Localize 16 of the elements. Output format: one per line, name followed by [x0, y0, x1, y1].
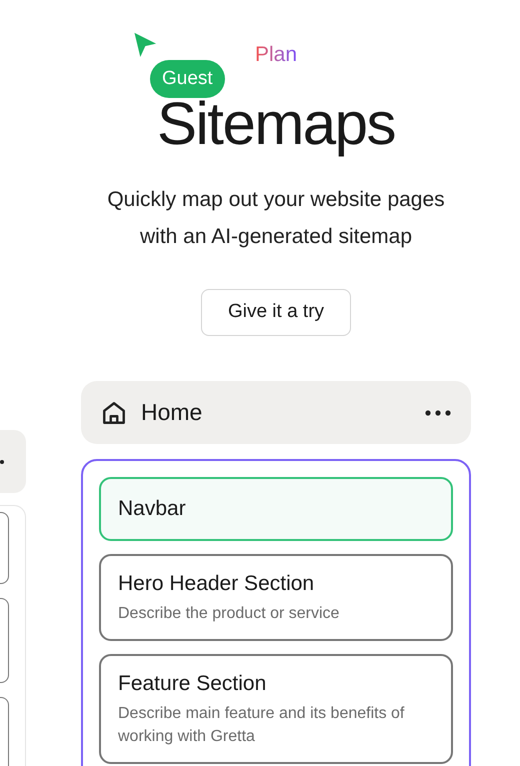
section-card [0, 696, 9, 766]
section-title: Navbar [118, 496, 187, 522]
page-header[interactable]: Home [81, 381, 471, 444]
section-description: Describe main feature and its benefits of working with Gretta [118, 704, 406, 747]
section-card[interactable]: Navbar [99, 477, 453, 541]
try-button[interactable]: Give it a try [200, 289, 352, 336]
subtitle: Quickly map out your website pages with an AI-generated sitemap [106, 187, 446, 250]
section-card[interactable]: Hero Header Section Describe the product or service [99, 554, 453, 641]
section-description: Describe the product or service [118, 604, 340, 624]
section-title: Feature Section [118, 671, 268, 697]
guest-badge: Guest [150, 60, 225, 98]
page-title: Home [141, 398, 202, 428]
section-title: Hero Header Section [118, 571, 316, 597]
section-card [0, 512, 9, 584]
home-icon [101, 400, 127, 426]
section-card[interactable]: Feature Section Describe main feature and its benefits of working with Gretta [99, 654, 453, 764]
